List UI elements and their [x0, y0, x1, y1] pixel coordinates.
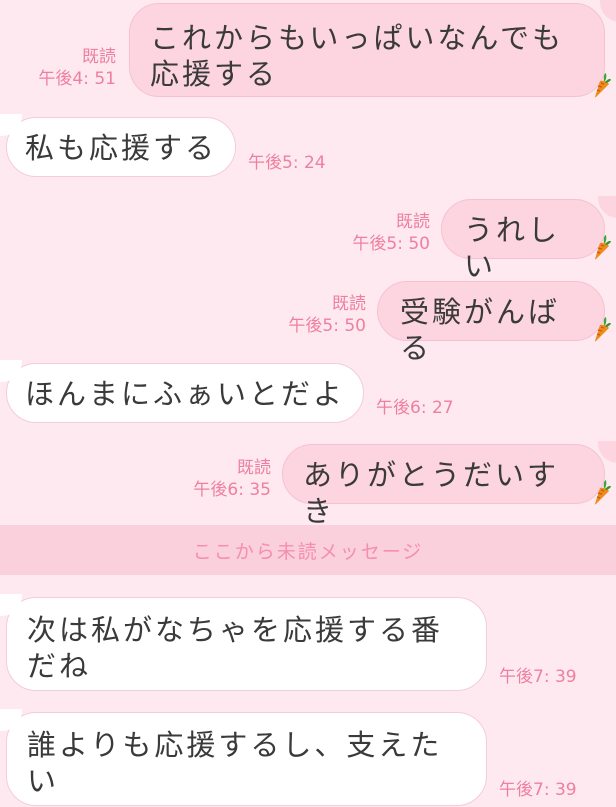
- carrot-icon: [589, 316, 611, 342]
- carrot-icon: [589, 72, 611, 98]
- message-meta: 午後7: 39: [499, 779, 577, 801]
- message-meta: 既読 午後5: 50: [256, 293, 366, 337]
- outgoing-message[interactable]: これからもいっぱいなんでも 応援する: [129, 3, 605, 97]
- read-receipt: 既読: [82, 47, 116, 67]
- bubble-tail: [600, 0, 616, 22]
- incoming-message[interactable]: 私も応援する: [6, 117, 236, 177]
- timestamp: 午後7: 39: [499, 667, 577, 687]
- read-receipt: 既読: [237, 458, 271, 478]
- outgoing-message[interactable]: ありがとうだいすき: [282, 444, 605, 528]
- read-receipt: 既読: [396, 212, 430, 232]
- read-receipt: 既読: [332, 294, 366, 314]
- incoming-message[interactable]: ほんまにふぁいとだよ: [6, 363, 364, 423]
- timestamp: 午後5: 50: [288, 316, 366, 336]
- timestamp: 午後6: 35: [193, 480, 271, 500]
- unread-divider-label: ここから未読メッセージ: [192, 541, 424, 563]
- incoming-message[interactable]: 誰よりも応援するし、支えた い: [6, 712, 487, 806]
- carrot-icon: [589, 479, 611, 505]
- timestamp: 午後6: 27: [376, 398, 454, 418]
- message-meta: 既読 午後5: 50: [320, 211, 430, 255]
- timestamp: 午後5: 24: [248, 153, 326, 173]
- outgoing-message[interactable]: うれしい: [441, 199, 605, 283]
- message-meta: 既読 午後4: 51: [6, 46, 116, 90]
- chat-view: これからもいっぱいなんでも 応援する 既読 午後4: 51 私も応援する 午後5…: [0, 0, 616, 807]
- unread-divider: ここから未読メッセージ: [0, 525, 616, 575]
- incoming-message[interactable]: 次は私がなちゃを応援する番 だね: [6, 597, 487, 691]
- message-meta: 午後7: 39: [499, 666, 577, 688]
- outgoing-message[interactable]: 受験がんばる: [377, 281, 605, 365]
- carrot-icon: [589, 234, 611, 260]
- message-meta: 午後5: 24: [248, 152, 326, 174]
- timestamp: 午後4: 51: [38, 69, 116, 89]
- message-meta: 既読 午後6: 35: [161, 457, 271, 501]
- timestamp: 午後5: 50: [352, 234, 430, 254]
- message-meta: 午後6: 27: [376, 397, 454, 419]
- timestamp: 午後7: 39: [499, 780, 577, 800]
